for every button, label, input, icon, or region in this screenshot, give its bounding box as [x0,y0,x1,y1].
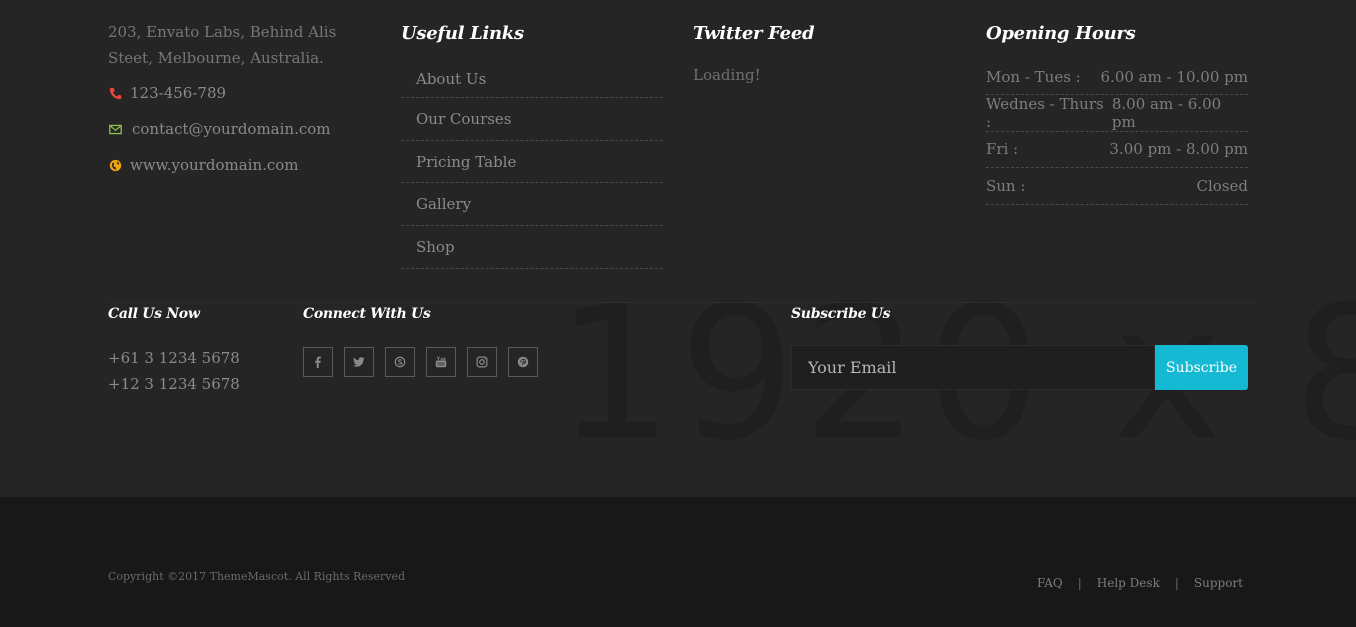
link-faq[interactable]: FAQ [1037,576,1063,590]
opening-hours-column: Opening Hours Mon - Tues : 6.00 am - 10.… [986,0,1248,205]
phone-row: 123-456-789 [108,75,378,111]
subscribe-column: Subscribe Us Subscribe [791,306,1248,390]
website-row: www.yourdomain.com [108,147,378,183]
hours-row: Sun : Closed [986,168,1248,205]
footer-top: 1920 x 804 203, Envato Labs, Behind Alis… [0,0,1356,497]
footer-bottom: Copyright ©2017 ThemeMascot. All Rights … [0,497,1356,627]
twitter-feed-column: Twitter Feed Loading! [693,0,955,84]
link-help-desk[interactable]: Help Desk [1097,576,1160,590]
social-icons [303,347,563,377]
phone-text[interactable]: 123-456-789 [130,84,226,102]
call-us-title: Call Us Now [108,306,200,322]
twitter-feed-title: Twitter Feed [693,23,815,44]
connect-column: Connect With Us [303,306,563,377]
website-text[interactable]: www.yourdomain.com [130,156,299,174]
useful-links-column: Useful Links About Us Our Courses Pricin… [401,0,663,269]
hours-row: Wednes - Thurs : 8.00 am - 6.00 pm [986,95,1248,132]
useful-links-title: Useful Links [401,23,524,44]
hours-day: Fri : [986,140,1019,159]
link-shop[interactable]: Shop [401,226,663,269]
section-divider [108,302,1256,303]
globe-icon [108,158,122,172]
link-our-courses[interactable]: Our Courses [401,98,663,141]
hours-time: 3.00 pm - 8.00 pm [1109,140,1248,159]
address-text: 203, Envato Labs, Behind Alis Steet, Mel… [108,23,337,67]
youtube-icon[interactable] [426,347,456,377]
subscribe-button[interactable]: Subscribe [1155,345,1248,390]
pinterest-icon[interactable] [508,347,538,377]
link-support[interactable]: Support [1194,576,1243,590]
copyright-text: Copyright ©2017 ThemeMascot. All Rights … [108,570,406,583]
email-row: contact@yourdomain.com [108,111,378,147]
call-us-column: Call Us Now +61 3 1234 5678 +12 3 1234 5… [108,306,288,397]
connect-title: Connect With Us [303,306,431,322]
phone-list: +61 3 1234 5678 +12 3 1234 5678 [108,345,288,397]
hours-time: Closed [1196,176,1248,195]
facebook-icon[interactable] [303,347,333,377]
hours-row: Fri : 3.00 pm - 8.00 pm [986,132,1248,168]
email-input[interactable] [791,345,1155,390]
contact-column: 203, Envato Labs, Behind Alis Steet, Mel… [108,0,378,183]
hours-day: Sun : [986,176,1026,195]
link-separator: | [1077,576,1082,590]
hours-time: 8.00 am - 6.00 pm [1111,94,1222,131]
subscribe-form: Subscribe [791,345,1248,390]
phone-icon [108,86,122,100]
subscribe-title: Subscribe Us [791,306,891,322]
envelope-icon [108,122,122,136]
useful-links-list: About Us Our Courses Pricing Table Galle… [401,60,663,269]
bottom-links: FAQ | Help Desk | Support [1037,576,1243,590]
email-text[interactable]: contact@yourdomain.com [132,120,331,138]
twitter-loading-text: Loading! [693,66,761,84]
link-about-us[interactable]: About Us [401,60,663,98]
opening-hours-list: Mon - Tues : 6.00 am - 10.00 pm Wednes -… [986,60,1248,205]
link-pricing-table[interactable]: Pricing Table [401,141,663,184]
twitter-icon[interactable] [344,347,374,377]
hours-row: Mon - Tues : 6.00 am - 10.00 pm [986,60,1248,95]
instagram-icon[interactable] [467,347,497,377]
skype-icon[interactable] [385,347,415,377]
opening-hours-title: Opening Hours [986,23,1136,44]
hours-day: Wednes - Thurs : [986,94,1104,131]
link-gallery[interactable]: Gallery [401,183,663,227]
phone-number[interactable]: +12 3 1234 5678 [108,371,288,397]
phone-number[interactable]: +61 3 1234 5678 [108,345,288,371]
link-separator: | [1174,576,1179,590]
hours-day: Mon - Tues : [986,68,1081,86]
hours-time: 6.00 am - 10.00 pm [1100,68,1248,86]
